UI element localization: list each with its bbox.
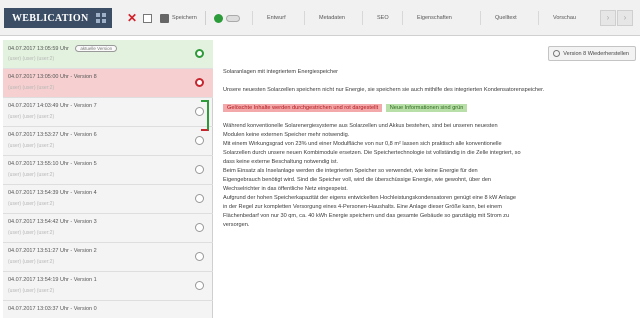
body-line: Mit einem Wirkungsgrad von 23% und einer… [223,141,502,147]
save-label: Speichern [172,15,197,21]
version-date: 04.07.2017 13:51:27 Uhr - Version 2 [8,248,97,254]
tab-eigenschaften[interactable]: Eigenschaften [402,11,480,25]
version-item-1[interactable]: 04.07.2017 13:54:19 Uhr - Version 1 (use… [3,272,213,301]
version-radio[interactable] [195,223,204,232]
version-meta: (user) (user) (user:2) [8,56,55,62]
version-meta: (user) (user) (user:2) [8,114,55,120]
version-radio[interactable] [195,49,204,58]
version-date: 04.07.2017 14:03:49 Uhr - Version 7 [8,103,97,109]
version-item-3[interactable]: 04.07.2017 13:54:42 Uhr - Version 3 (use… [3,214,213,243]
version-meta: (user) (user) (user:2) [8,85,55,91]
version-item-5[interactable]: 04.07.2017 13:55:10 Uhr - Version 5 (use… [3,156,213,185]
diff-legend: Gelöschte Inhalte werden durchgestrichen… [223,104,628,113]
tab-label: Metadaten [319,15,345,21]
version-meta: (user) (user) (user:2) [8,288,55,294]
version-item-2[interactable]: 04.07.2017 13:51:27 Uhr - Version 2 (use… [3,243,213,272]
document-button[interactable] [143,12,155,24]
version-date: 04.07.2017 13:05:59 Uhr [8,46,69,52]
save-icon [160,13,169,23]
tab-quelltext[interactable]: Quelltext [480,11,538,25]
toolbar-divider [205,11,206,25]
version-radio[interactable] [195,136,204,145]
version-date: 04.07.2017 13:53:27 Uhr - Version 6 [8,132,97,138]
tab-label: Eigenschaften [417,15,452,21]
version-meta: (user) (user) (user:2) [8,143,55,149]
tab-label: Vorschau [553,15,576,21]
version-item-4[interactable]: 04.07.2017 13:54:39 Uhr - Version 4 (use… [3,185,213,214]
body-line: Modulen keine externen Speicher mehr not… [223,132,350,138]
body-line: Solarzellen durch unsere neuen Kombimodu… [223,150,521,156]
close-icon: ✕ [127,10,138,25]
logo-text: WEBLICATION [12,13,89,24]
version-radio[interactable] [195,252,204,261]
version-meta: (user) (user) (user:2) [8,201,55,207]
restore-icon [553,50,561,57]
body-line: versorgen. [223,222,250,228]
content-title: Solaranlagen mit integriertem Energiespe… [223,69,339,75]
close-button[interactable]: ✕ [127,12,140,24]
legend-added: Neue Informationen sind grün [385,104,468,112]
body-line: Während konventionelle Solarenergiesyste… [223,123,498,129]
tab-entwurf[interactable]: Entwurf [252,11,304,25]
current-version-badge: aktuelle Version [75,45,118,52]
expand-button[interactable]: › [617,10,633,26]
version-date: 04.07.2017 13:05:00 Uhr - Version 8 [8,74,97,80]
version-meta: (user) (user) (user:2) [8,230,55,236]
save-button[interactable]: Speichern [160,12,197,24]
restore-label: Version 8 Wiederherstellen [563,50,629,57]
version-list: 04.07.2017 13:05:59 Uhr aktuelle Version… [3,40,213,318]
document-icon [143,13,152,23]
toolbar: WEBLICATION ✕ Speichern Entwurf Metadate… [0,0,640,36]
expand-icon: › [623,13,627,22]
status-green-icon [214,13,223,23]
compare-view: Version 8 Wiederherstellen Solaranlagen … [214,40,640,318]
version-date: 04.07.2017 13:54:42 Uhr - Version 3 [8,219,97,225]
more-button[interactable]: › [600,10,616,26]
publish-toggle[interactable] [214,12,243,24]
apps-grid-icon[interactable] [96,13,106,23]
version-date: 04.07.2017 13:55:10 Uhr - Version 5 [8,161,97,167]
version-radio[interactable] [195,194,204,203]
diff-content: Solaranlagen mit integriertem Energiespe… [223,68,628,230]
body-line: dass keine externe Beschaltung notwendig… [223,159,339,165]
body-line: Aufgrund der hohen Speicherkapazität der… [223,195,516,201]
body-line: Beim Einsatz als Inselanlage werden die … [223,168,478,174]
tab-seo[interactable]: SEO [362,11,402,25]
version-item-0[interactable]: 04.07.2017 13:03:37 Uhr - Version 0 [3,301,213,318]
version-date: 04.07.2017 13:54:19 Uhr - Version 1 [8,277,97,283]
version-item-7[interactable]: 04.07.2017 14:03:49 Uhr - Version 7 (use… [3,98,213,127]
version-radio[interactable] [195,281,204,290]
toggle-icon [226,14,240,22]
version-radio[interactable] [195,78,204,87]
version-radio[interactable] [195,165,204,174]
compare-connector [201,100,209,131]
legend-removed: Gelöschte Inhalte werden durchgestrichen… [223,104,383,112]
tab-label: Entwurf [267,15,286,21]
tab-metadaten[interactable]: Metadaten [304,11,362,25]
more-icon: › [606,13,610,22]
version-meta: (user) (user) (user:2) [8,172,55,178]
tab-vorschau[interactable]: Vorschau [538,11,596,25]
version-date: 04.07.2017 13:03:37 Uhr - Version 0 [8,306,97,312]
body-line: Wechselrichter in das öffentliche Netz e… [223,186,348,192]
version-item-8[interactable]: 04.07.2017 13:05:00 Uhr - Version 8 (use… [3,69,213,98]
version-date: 04.07.2017 13:54:39 Uhr - Version 4 [8,190,97,196]
version-item-current[interactable]: 04.07.2017 13:05:59 Uhr aktuelle Version… [3,40,213,69]
restore-version-button[interactable]: Version 8 Wiederherstellen [548,46,636,61]
tab-label: Quelltext [495,15,517,21]
body-line: in der Regel zur kompletten Versorgung e… [223,204,502,210]
body-line: Flächenbedarf von nur 30 qm, ca. 40 kWh … [223,213,510,219]
body-line: Eigengebrauch benötigt wird. Sind die Sp… [223,177,492,183]
version-item-6[interactable]: 04.07.2017 13:53:27 Uhr - Version 6 (use… [3,127,213,156]
app-logo[interactable]: WEBLICATION [4,8,112,28]
content-intro: Unsere neuesten Solarzellen speichern ni… [223,87,545,93]
tab-label: SEO [377,15,389,21]
version-meta: (user) (user) (user:2) [8,259,55,265]
